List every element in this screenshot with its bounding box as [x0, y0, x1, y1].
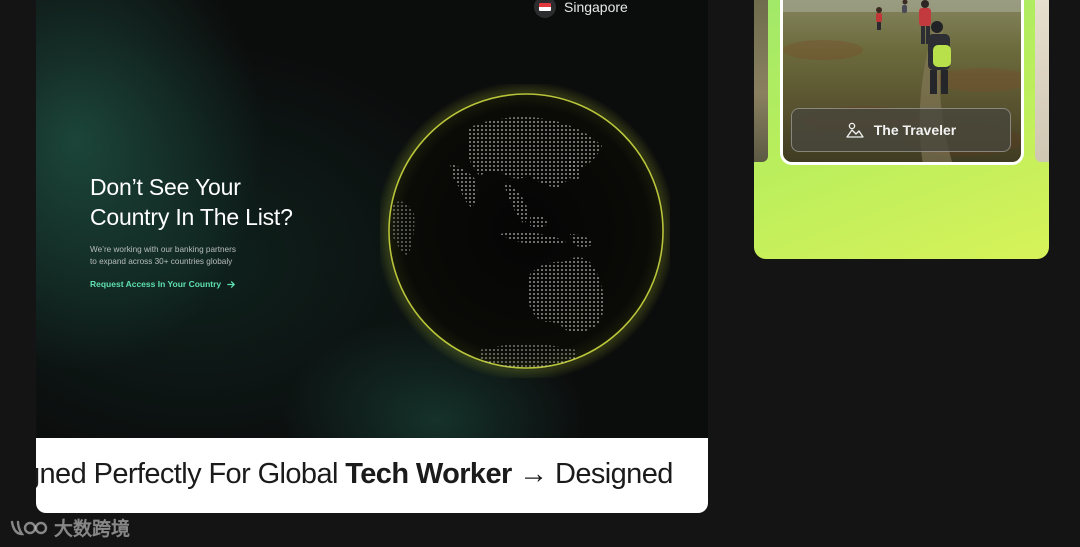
request-access-link[interactable]: Request Access In Your Country: [90, 279, 236, 289]
headline-line-1: Don’t See Your: [90, 174, 241, 200]
main-card: Singapore Don’t See Your Country In The …: [36, 0, 708, 513]
hero-section: Singapore Don’t See Your Country In The …: [36, 0, 708, 438]
singapore-flag-icon: [534, 0, 556, 18]
location-selector[interactable]: Singapore: [534, 0, 628, 20]
location-label: Singapore: [564, 0, 628, 15]
marquee-part-1: gned Perfectly For Global: [36, 458, 346, 490]
hero-subtext: We’re working with our banking partners …: [90, 244, 290, 268]
hero-headline: Don’t See Your Country In The List?: [90, 172, 390, 232]
tagline-marquee: gned Perfectly For Global Tech Worker → …: [36, 438, 708, 513]
prev-card-peek: [754, 0, 768, 162]
watermark-text: 大数跨境: [54, 519, 131, 540]
mountain-person-icon: [846, 122, 864, 138]
brand-logo-icon: [10, 520, 48, 535]
subtext-line-1: We’re working with our banking partners: [90, 245, 236, 254]
traveler-label: The Traveler: [873, 122, 957, 138]
globe-illustration: [376, 81, 676, 381]
next-card-peek: [1035, 0, 1049, 162]
watermark: 大数跨境: [10, 514, 130, 541]
headline-line-2: Country In The List?: [90, 204, 293, 230]
marquee-text: gned Perfectly For Global Tech Worker → …: [36, 458, 673, 491]
marquee-bold: Tech Worker: [345, 458, 512, 490]
persona-card: The Traveler: [754, 0, 1049, 259]
marquee-part-2: Designed: [547, 458, 673, 490]
marquee-arrow-icon: →: [519, 458, 548, 490]
subtext-line-2: to expand across 30+ countries globaly: [90, 257, 233, 266]
arrow-right-icon: [227, 280, 236, 288]
the-traveler-button[interactable]: The Traveler: [791, 108, 1011, 152]
request-access-label: Request Access In Your Country: [90, 279, 222, 289]
